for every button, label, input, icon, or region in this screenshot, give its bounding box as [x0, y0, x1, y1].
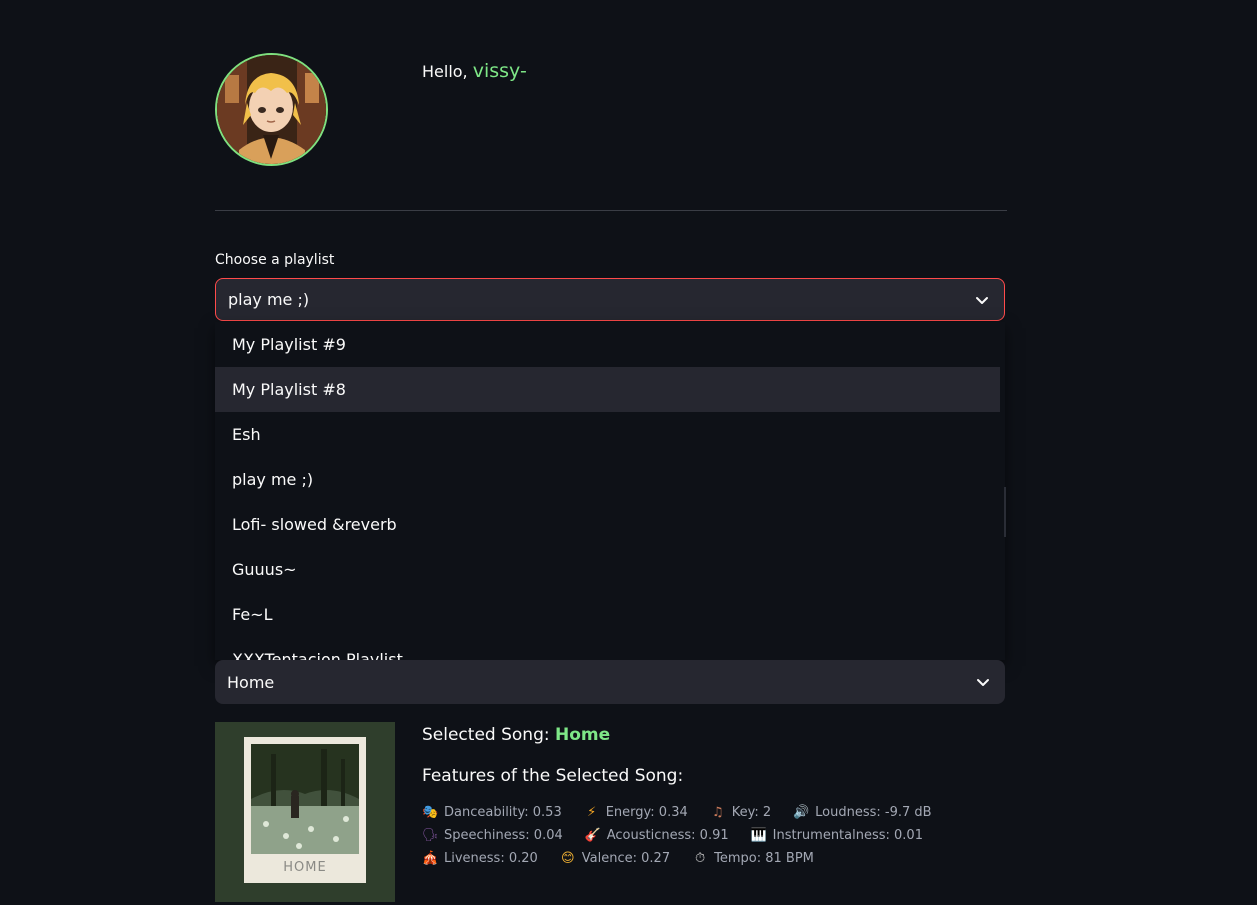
guitar-icon: 🎸	[584, 828, 601, 843]
feature-key: ♫ Key: 2	[710, 805, 771, 820]
feature-tempo: ⏱ Tempo: 81 BPM	[692, 851, 814, 866]
feature-speechiness: 🗣 Speechiness: 0.04	[422, 828, 563, 843]
song-select[interactable]: Home	[215, 660, 1005, 704]
piano-icon: 🎹	[750, 828, 767, 843]
feature-valence: 😊 Valence: 0.27	[560, 851, 670, 866]
feature-text: Instrumentalness: 0.01	[772, 828, 923, 843]
feature-text: Loudness: -9.7 dB	[815, 805, 932, 820]
stopwatch-icon: ⏱	[695, 851, 706, 866]
playlist-select-value: play me ;)	[228, 290, 310, 309]
feature-text: Acousticness: 0.91	[606, 828, 729, 843]
features-row: 🎭 Danceability: 0.53 ⚡ Energy: 0.34 ♫ Ke…	[422, 805, 954, 820]
album-cover: HOME	[215, 722, 395, 902]
feature-instrumentalness: 🎹 Instrumentalness: 0.01	[751, 828, 923, 843]
feature-text: Danceability: 0.53	[444, 805, 562, 820]
speaker-icon: 🔊	[793, 805, 810, 820]
circus-tent-icon: 🎪	[422, 851, 439, 866]
smiley-icon: 😊	[561, 851, 575, 866]
playlist-option[interactable]: My Playlist #9	[215, 322, 1000, 367]
chevron-down-icon	[977, 679, 989, 686]
playlist-option[interactable]: Guuus~	[215, 547, 1000, 592]
greeting-prefix: Hello,	[422, 62, 468, 81]
app-page: Hello, vissy- Choose a playlist play me …	[0, 0, 1257, 905]
feature-danceability: 🎭 Danceability: 0.53	[422, 805, 562, 820]
greeting-text: Hello, vissy-	[422, 60, 527, 82]
chevron-down-icon	[976, 296, 988, 304]
playlist-option-highlighted[interactable]: My Playlist #8	[215, 367, 1000, 412]
cover-polaroid: HOME	[244, 737, 366, 883]
playlist-label: Choose a playlist	[215, 252, 335, 268]
playlist-option[interactable]: play me ;)	[215, 457, 1000, 502]
feature-energy: ⚡ Energy: 0.34	[584, 805, 688, 820]
playlist-select[interactable]: play me ;)	[215, 278, 1005, 321]
features-row: 🎪 Liveness: 0.20 😊 Valence: 0.27 ⏱ Tempo…	[422, 851, 836, 866]
speaking-head-icon: 🗣	[422, 828, 439, 843]
feature-text: Valence: 0.27	[581, 851, 671, 866]
playlist-option[interactable]: XXXTentacion Playlist	[215, 637, 1000, 660]
feature-text: Key: 2	[731, 805, 772, 820]
feature-text: Liveness: 0.20	[444, 851, 538, 866]
feature-liveness: 🎪 Liveness: 0.20	[422, 851, 538, 866]
feature-text: Energy: 0.34	[605, 805, 688, 820]
feature-text: Tempo: 81 BPM	[714, 851, 814, 866]
feature-text: Speechiness: 0.04	[444, 828, 563, 843]
playlist-option[interactable]: Lofi- slowed &reverb	[215, 502, 1000, 547]
selected-song-prefix: Selected Song:	[422, 725, 550, 745]
features-title: Features of the Selected Song:	[422, 766, 684, 786]
playlist-option[interactable]: Fe~L	[215, 592, 1000, 637]
playlist-option[interactable]: Esh	[215, 412, 1000, 457]
divider	[215, 210, 1007, 211]
selected-song-name: Home	[555, 725, 611, 745]
features-row: 🗣 Speechiness: 0.04 🎸 Acousticness: 0.91…	[422, 828, 945, 843]
feature-acousticness: 🎸 Acousticness: 0.91	[585, 828, 729, 843]
user-avatar	[215, 53, 328, 166]
username: vissy-	[472, 60, 527, 82]
cover-title-text: HOME	[283, 860, 327, 875]
theater-masks-icon: 🎭	[422, 805, 439, 820]
feature-loudness: 🔊 Loudness: -9.7 dB	[793, 805, 931, 820]
cover-photo	[251, 744, 359, 854]
playlist-dropdown-menu: My Playlist #9 My Playlist #8 Esh play m…	[215, 322, 1005, 660]
selected-song-heading: Selected Song: Home	[422, 725, 610, 745]
song-select-value: Home	[227, 672, 275, 692]
music-note-icon: ♫	[711, 805, 724, 820]
lightning-icon: ⚡	[587, 805, 597, 820]
menu-scrollbar[interactable]	[1004, 487, 1006, 537]
